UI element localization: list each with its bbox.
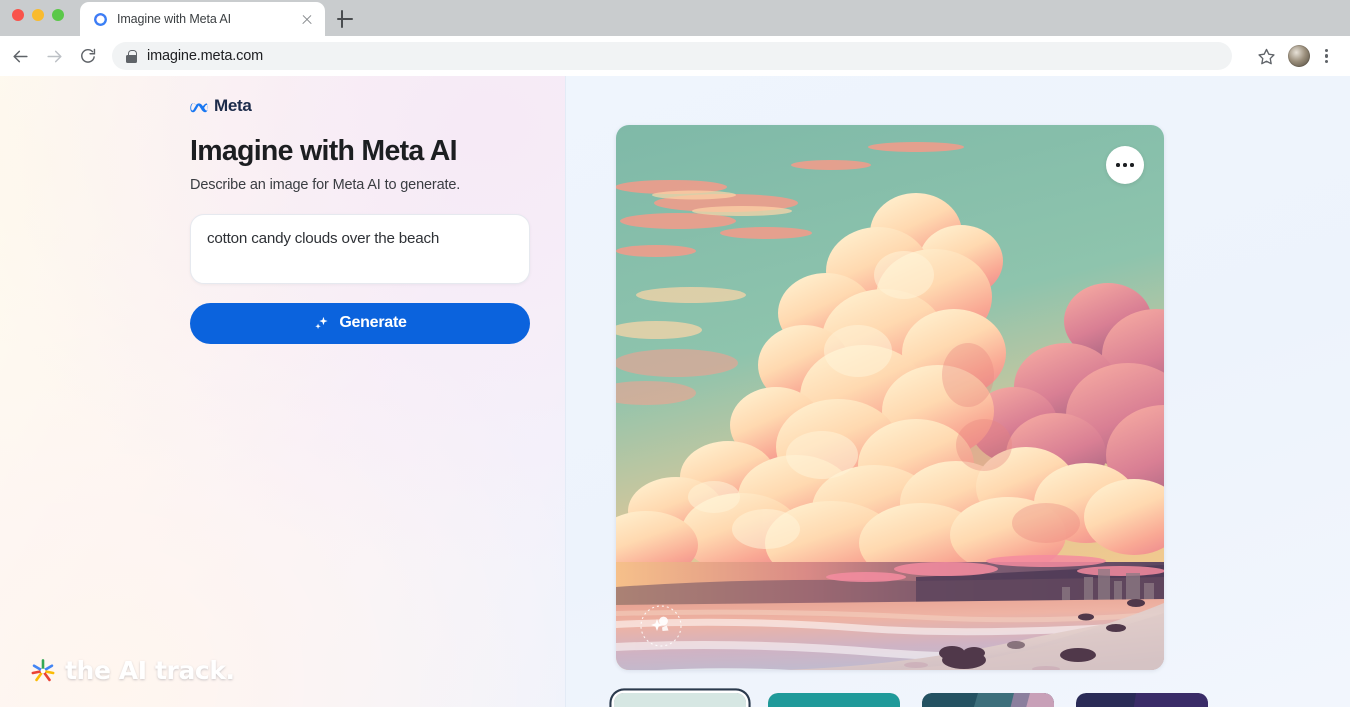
prompt-panel: Meta Imagine with Meta AI Describe an im…: [0, 76, 566, 707]
close-icon[interactable]: [299, 11, 315, 27]
toolbar-actions: [1250, 40, 1336, 72]
page-viewport: Meta Imagine with Meta AI Describe an im…: [0, 76, 1350, 707]
address-bar[interactable]: imagine.meta.com: [112, 42, 1232, 70]
profile-avatar[interactable]: [1288, 45, 1310, 67]
minimize-window-button[interactable]: [32, 9, 44, 21]
variation-thumbnails: [614, 693, 1208, 707]
maximize-window-button[interactable]: [52, 9, 64, 21]
window-traffic-lights: [12, 9, 64, 21]
thumbnail-art: [1076, 693, 1208, 707]
browser-toolbar: imagine.meta.com: [0, 36, 1350, 76]
thumbnail-variation-4[interactable]: [1076, 693, 1208, 707]
thumbnail-variation-1[interactable]: [614, 693, 746, 707]
reload-button[interactable]: [72, 40, 104, 72]
browser-tab[interactable]: Imagine with Meta AI: [80, 2, 325, 36]
imagined-with-ai-badge-icon: [640, 605, 682, 647]
prompt-input-container[interactable]: [190, 213, 530, 284]
tab-strip: Imagine with Meta AI: [0, 0, 1350, 36]
prompt-panel-content: Meta Imagine with Meta AI Describe an im…: [190, 96, 530, 344]
browser-window: Imagine with Meta AI imagine.meta.com Me…: [0, 0, 1350, 707]
thumbnail-variation-2[interactable]: [768, 693, 900, 707]
generate-button[interactable]: Generate: [190, 302, 530, 344]
new-tab-button[interactable]: [334, 8, 356, 30]
image-more-options-button[interactable]: [1106, 146, 1144, 184]
meta-brand-name: Meta: [214, 96, 252, 115]
back-button[interactable]: [4, 40, 36, 72]
tab-title: Imagine with Meta AI: [117, 12, 232, 26]
page-title: Imagine with Meta AI: [190, 135, 458, 167]
prompt-input[interactable]: [207, 228, 513, 249]
page-subtitle: Describe an image for Meta AI to generat…: [190, 176, 461, 193]
three-dots-horizontal-icon: [1116, 163, 1121, 167]
starburst-logo-icon: [31, 658, 55, 681]
generated-image[interactable]: [616, 125, 1164, 670]
meta-brand: Meta: [190, 96, 530, 116]
lock-icon: [126, 49, 137, 63]
thumbnail-variation-3[interactable]: [922, 693, 1054, 707]
close-window-button[interactable]: [12, 9, 24, 21]
result-panel: [566, 76, 1350, 707]
thumbnail-art: [768, 693, 900, 707]
the-ai-track-watermark: the AI track.: [30, 656, 235, 685]
watermark-text: the AI track.: [65, 656, 235, 685]
imagine-meta-favicon-icon: [94, 12, 107, 26]
meta-infinity-logo-icon: [190, 102, 209, 112]
thumbnail-art: [614, 693, 746, 707]
generate-button-label: Generate: [339, 314, 407, 332]
generated-image-art: [616, 125, 1164, 670]
chrome-menu-icon[interactable]: [1316, 45, 1336, 67]
bookmark-star-icon[interactable]: [1250, 40, 1282, 72]
thumbnail-art: [922, 693, 1054, 707]
url-text: imagine.meta.com: [147, 48, 264, 64]
forward-button[interactable]: [38, 40, 70, 72]
sparkle-icon: [313, 314, 331, 332]
